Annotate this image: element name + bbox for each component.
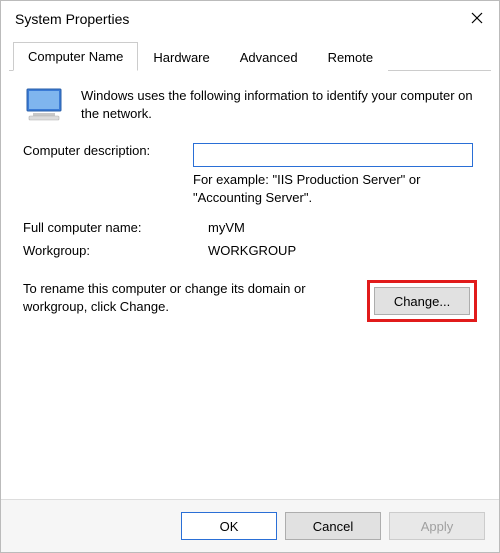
system-properties-window: System Properties Computer Name Hardware… xyxy=(0,0,500,553)
description-example: For example: "IIS Production Server" or … xyxy=(193,171,477,206)
fullname-row: Full computer name: myVM xyxy=(23,220,477,235)
workgroup-row: Workgroup: WORKGROUP xyxy=(23,243,477,258)
fullname-value: myVM xyxy=(208,220,477,235)
tab-panel-computer-name: Windows uses the following information t… xyxy=(1,71,499,332)
tab-remote[interactable]: Remote xyxy=(313,43,389,71)
change-row: To rename this computer or change its do… xyxy=(23,280,477,322)
workgroup-value: WORKGROUP xyxy=(208,243,477,258)
change-button[interactable]: Change... xyxy=(374,287,470,315)
intro-text: Windows uses the following information t… xyxy=(81,87,477,126)
apply-button: Apply xyxy=(389,512,485,540)
description-label: Computer description: xyxy=(23,140,193,158)
description-row: Computer description: xyxy=(23,140,477,167)
tab-computer-name[interactable]: Computer Name xyxy=(13,42,138,71)
description-input[interactable] xyxy=(193,143,473,167)
close-icon xyxy=(471,12,483,27)
change-button-highlight: Change... xyxy=(367,280,477,322)
workgroup-label: Workgroup: xyxy=(23,243,208,258)
change-text: To rename this computer or change its do… xyxy=(23,280,359,315)
cancel-button[interactable]: Cancel xyxy=(285,512,381,540)
tab-advanced[interactable]: Advanced xyxy=(225,43,313,71)
fullname-label: Full computer name: xyxy=(23,220,208,235)
window-title: System Properties xyxy=(15,11,129,27)
close-button[interactable] xyxy=(467,9,487,29)
tabstrip: Computer Name Hardware Advanced Remote xyxy=(9,41,491,71)
computer-icon xyxy=(23,87,67,126)
ok-button[interactable]: OK xyxy=(181,512,277,540)
dialog-button-bar: OK Cancel Apply xyxy=(1,499,499,552)
titlebar: System Properties xyxy=(1,1,499,35)
intro-row: Windows uses the following information t… xyxy=(23,87,477,126)
tab-hardware[interactable]: Hardware xyxy=(138,43,224,71)
